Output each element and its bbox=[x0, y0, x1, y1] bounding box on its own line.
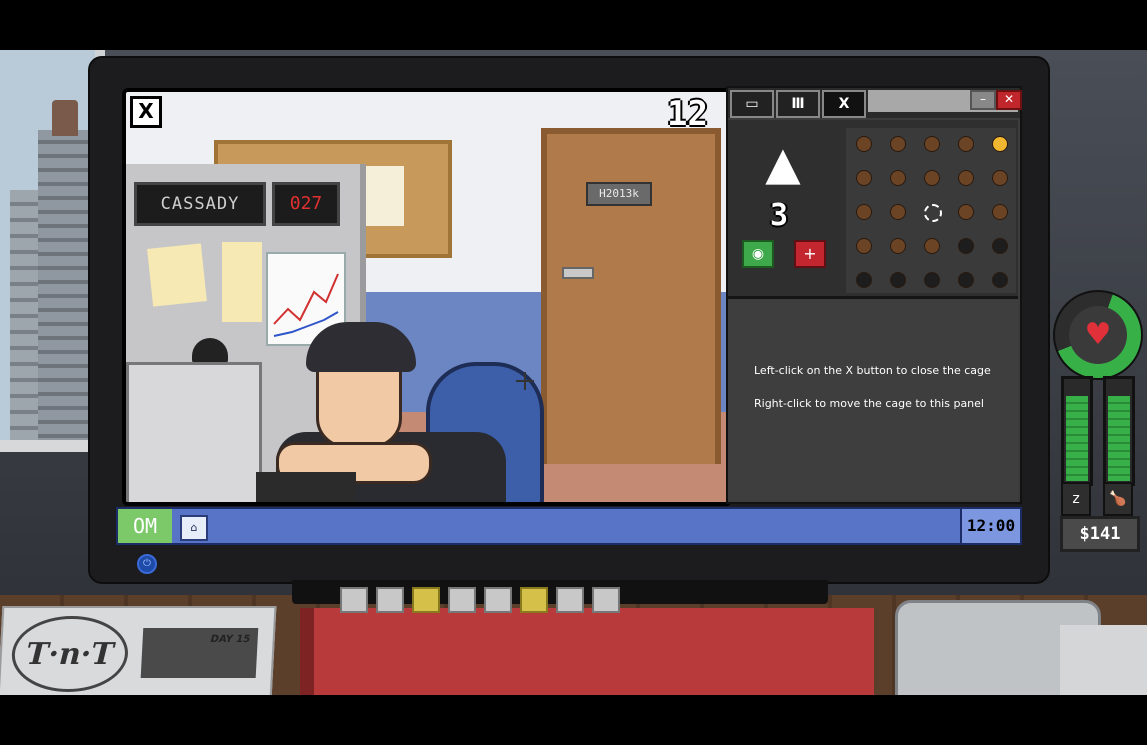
slot-selected[interactable] bbox=[924, 204, 942, 222]
instruction-line: Right-click to move the cage to this pan… bbox=[754, 397, 984, 410]
water-tower bbox=[52, 100, 78, 136]
slot-empty[interactable] bbox=[958, 272, 974, 288]
door-handle bbox=[562, 267, 594, 279]
stand-button[interactable] bbox=[556, 587, 584, 613]
instruction-line: Left-click on the X button to close the … bbox=[754, 364, 991, 377]
instructions-box: Left-click on the X button to close the … bbox=[728, 300, 1018, 500]
keyboard bbox=[256, 472, 356, 502]
cage-box: ▲ 3 ◉ + bbox=[728, 120, 1018, 299]
employee-hair bbox=[306, 322, 416, 372]
slot-filled[interactable] bbox=[924, 238, 940, 254]
slot-filled[interactable] bbox=[856, 170, 872, 186]
cork-note bbox=[364, 166, 404, 226]
emblem-icon: ▲ bbox=[765, 136, 801, 190]
slot-filled[interactable] bbox=[856, 238, 872, 254]
sticky-note bbox=[222, 242, 262, 322]
stand-button[interactable] bbox=[340, 587, 368, 613]
computer-tower bbox=[126, 362, 262, 502]
computer-monitor: H2013k CASSADY 027 X 12 ▭ Ⅲ X – ✕ ▲ 3 ◉ … bbox=[88, 56, 1050, 584]
taskbar: OM ⌂ 12:00 bbox=[116, 507, 1022, 545]
office-door bbox=[541, 128, 721, 464]
health-gauge: ♥ bbox=[1053, 290, 1143, 380]
start-button[interactable]: OM bbox=[118, 509, 172, 543]
slot-empty[interactable] bbox=[992, 272, 1008, 288]
food-icon: 🍗 bbox=[1103, 482, 1133, 516]
slot-filled[interactable] bbox=[890, 238, 906, 254]
stand-button[interactable] bbox=[448, 587, 476, 613]
clock: 12:00 bbox=[960, 509, 1020, 543]
slot-filled[interactable] bbox=[958, 170, 974, 186]
cage-level: 3 bbox=[769, 198, 789, 233]
heart-icon: ♥ bbox=[1069, 306, 1127, 364]
slot-filled[interactable] bbox=[992, 170, 1008, 186]
slot-empty[interactable] bbox=[856, 272, 872, 288]
slot-filled[interactable] bbox=[924, 136, 940, 152]
app-home-icon[interactable]: ⌂ bbox=[180, 515, 208, 541]
money-counter: $141 bbox=[1060, 516, 1140, 552]
phone-keypad bbox=[1060, 625, 1147, 695]
newspaper-logo: T·n·T bbox=[9, 616, 130, 692]
sleep-bar bbox=[1061, 376, 1093, 486]
slot-gold[interactable] bbox=[992, 136, 1008, 152]
game-scene: T·n·T DAY 15 H2013k CASSADY 027 X 12 ▭ Ⅲ… bbox=[0, 50, 1147, 695]
slot-filled[interactable] bbox=[924, 170, 940, 186]
red-notebook[interactable] bbox=[300, 608, 874, 695]
slot-empty[interactable] bbox=[890, 272, 906, 288]
stand-button[interactable] bbox=[484, 587, 512, 613]
tab-cage-icon[interactable]: Ⅲ bbox=[776, 90, 820, 118]
stand-button[interactable] bbox=[376, 587, 404, 613]
slot-empty[interactable] bbox=[924, 272, 940, 288]
slot-filled[interactable] bbox=[890, 170, 906, 186]
tab-monitor-icon[interactable]: ▭ bbox=[730, 90, 774, 118]
slot-filled[interactable] bbox=[958, 136, 974, 152]
stand-button-active[interactable] bbox=[412, 587, 440, 613]
city-building bbox=[10, 190, 40, 440]
food-bar-fill bbox=[1108, 396, 1130, 481]
slot-filled[interactable] bbox=[992, 204, 1008, 220]
plus-button[interactable]: + bbox=[794, 240, 826, 268]
crosshair-cursor-icon bbox=[516, 372, 534, 390]
sleep-bar-fill bbox=[1066, 396, 1088, 481]
slot-empty[interactable] bbox=[992, 238, 1008, 254]
city-building bbox=[38, 130, 88, 440]
camera-close-button[interactable]: X bbox=[130, 96, 162, 128]
minimize-button[interactable]: – bbox=[970, 90, 996, 110]
slot-filled[interactable] bbox=[856, 204, 872, 220]
slot-empty[interactable] bbox=[958, 238, 974, 254]
employee-code-display: 027 bbox=[272, 182, 340, 226]
employee-name-display: CASSADY bbox=[134, 182, 266, 226]
newspaper-day: DAY 15 bbox=[210, 634, 251, 645]
panel-tabs: ▭ Ⅲ X – ✕ bbox=[728, 88, 1022, 118]
newspaper[interactable]: T·n·T DAY 15 bbox=[0, 606, 277, 695]
sleep-icon: z bbox=[1061, 482, 1091, 516]
sticky-note bbox=[147, 243, 207, 307]
eye-button[interactable]: ◉ bbox=[742, 240, 774, 268]
door-plate: H2013k bbox=[586, 182, 652, 206]
camera-number: 12 bbox=[667, 94, 708, 134]
stand-button[interactable] bbox=[592, 587, 620, 613]
slot-filled[interactable] bbox=[890, 204, 906, 220]
slot-filled[interactable] bbox=[856, 136, 872, 152]
slot-filled[interactable] bbox=[958, 204, 974, 220]
food-bar bbox=[1103, 376, 1135, 486]
close-window-button[interactable]: ✕ bbox=[996, 90, 1022, 110]
camera-feed[interactable]: H2013k CASSADY 027 X 12 bbox=[122, 88, 732, 506]
power-button[interactable]: ⏻ bbox=[137, 554, 157, 574]
slot-grid bbox=[846, 128, 1016, 293]
slot-filled[interactable] bbox=[890, 136, 906, 152]
stand-button-active[interactable] bbox=[520, 587, 548, 613]
cage-panel: ▭ Ⅲ X – ✕ ▲ 3 ◉ + Left-click on the X bu… bbox=[726, 86, 1022, 504]
tab-close-icon[interactable]: X bbox=[822, 90, 866, 118]
